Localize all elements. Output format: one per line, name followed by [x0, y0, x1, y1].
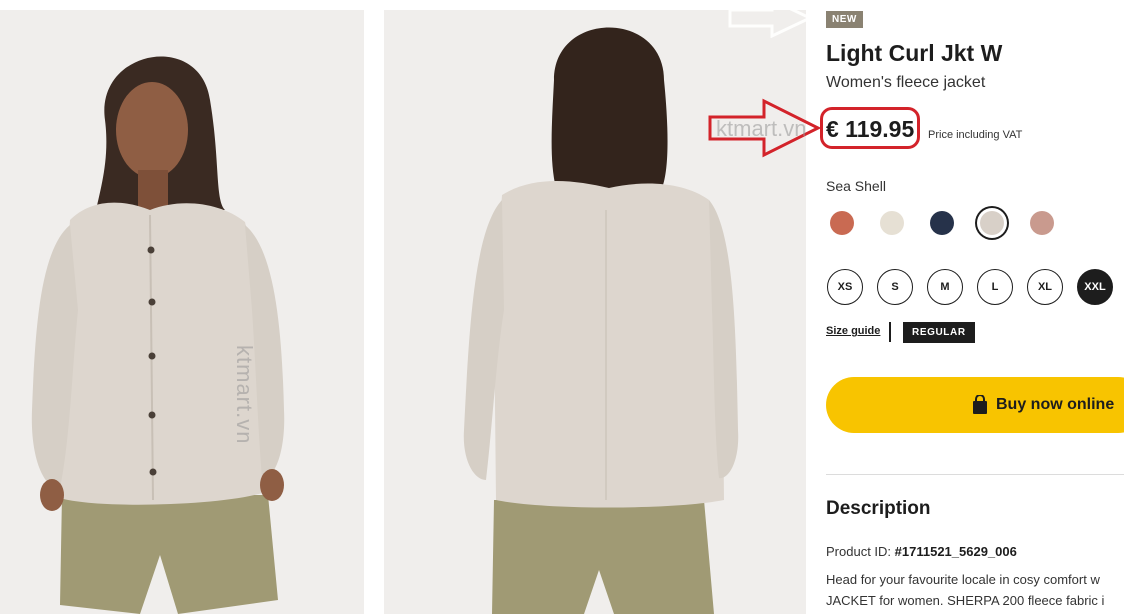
color-swatch-rose[interactable] [1030, 211, 1054, 235]
size-option-xxl[interactable]: XXL [1077, 269, 1113, 305]
color-swatch-navy[interactable] [930, 211, 954, 235]
watermark-text: ktmart.vn [716, 116, 807, 141]
buy-now-button[interactable]: Buy now online [826, 377, 1124, 433]
shopping-bag-icon [973, 395, 987, 414]
description-title: Description [826, 498, 931, 519]
divider [826, 474, 1124, 475]
model-front-illustration [0, 10, 364, 614]
annotation-arrow-white-icon [728, 0, 814, 38]
product-image-front[interactable]: ktmart.vn [0, 10, 364, 614]
size-guide-link[interactable]: Size guide [826, 325, 880, 337]
selected-color-name: Sea Shell [826, 178, 886, 194]
color-swatch-cream[interactable] [880, 211, 904, 235]
description-line: Head for your favourite locale in cosy c… [826, 572, 1100, 587]
buy-now-label: Buy now online [996, 396, 1115, 413]
product-subtitle: Women's fleece jacket [826, 74, 986, 91]
description-text: Head for your favourite locale in cosy c… [826, 569, 1124, 611]
size-option-xl[interactable]: XL [1027, 269, 1063, 305]
product-id: Product ID: #1711521_5629_006 [826, 544, 1017, 559]
description-line: JACKET for women. SHERPA 200 fleece fabr… [826, 593, 1105, 608]
size-option-xs[interactable]: XS [827, 269, 863, 305]
separator [889, 322, 891, 342]
size-option-s[interactable]: S [877, 269, 913, 305]
vat-note: Price including VAT [928, 129, 1023, 141]
price-highlight-annotation [820, 107, 920, 149]
product-title: Light Curl Jkt W [826, 40, 1003, 66]
size-option-l[interactable]: L [977, 269, 1013, 305]
color-swatch-coral[interactable] [830, 211, 854, 235]
new-badge: NEW [826, 11, 863, 28]
watermark-text: ktmart.vn [232, 345, 257, 445]
product-id-label: Product ID: [826, 544, 892, 559]
product-id-value: #1711521_5629_006 [894, 544, 1017, 559]
fit-badge: REGULAR [903, 322, 975, 343]
size-option-m[interactable]: M [927, 269, 963, 305]
color-swatch-sea-shell[interactable] [980, 211, 1004, 235]
